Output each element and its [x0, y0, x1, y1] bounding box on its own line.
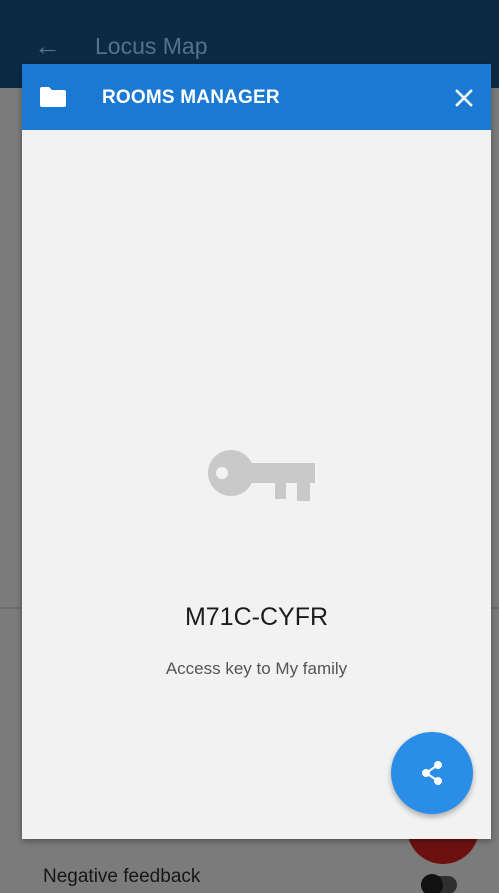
toggle-knob: [421, 874, 443, 893]
arrow-left-icon[interactable]: ←: [34, 33, 61, 60]
folder-icon: [40, 87, 66, 107]
share-button[interactable]: [391, 732, 473, 814]
dialog-header: ROOMS MANAGER: [22, 64, 491, 130]
access-key-code: M71C-CYFR: [184, 603, 329, 631]
negative-feedback-label: Negative feedback: [43, 866, 201, 887]
share-icon: [422, 761, 442, 785]
screen: ← Locus Map Negative feedback ROOMS MANA…: [0, 0, 499, 893]
dialog-title: ROOMS MANAGER: [102, 87, 280, 108]
access-key-description: Access key to My family: [165, 659, 348, 678]
close-icon[interactable]: [454, 88, 474, 108]
app-title: Locus Map: [95, 33, 208, 59]
key-icon: [208, 450, 315, 501]
negative-feedback-toggle[interactable]: [421, 874, 457, 893]
rooms-manager-dialog: ROOMS MANAGER M71C-CYFR Access key to My…: [22, 64, 491, 839]
